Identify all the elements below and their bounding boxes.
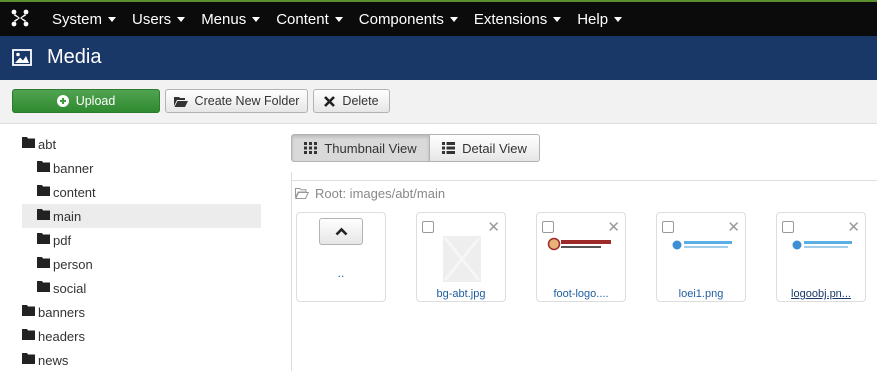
- caret-down-icon: [252, 16, 261, 22]
- create-folder-label: Create New Folder: [194, 94, 300, 108]
- top-navbar: System Users Menus Content Components Ex…: [0, 0, 877, 36]
- tree-folder-abt[interactable]: abt: [22, 132, 261, 156]
- folder-icon: [37, 160, 50, 172]
- nav-menus-label: Menus: [201, 10, 247, 28]
- tree-folder-pdf[interactable]: pdf: [22, 228, 261, 252]
- chevron-up-icon: [335, 224, 348, 239]
- thumbnail-view-label: Thumbnail View: [324, 140, 417, 156]
- tree-folder-label: pdf: [53, 232, 72, 248]
- media-thumbnail: ✕ bg-abt.jpg: [416, 212, 506, 302]
- media-thumbnail: ✕ logoobj.pn...: [776, 212, 866, 302]
- grid-icon: [304, 142, 318, 154]
- folder-icon: [22, 352, 35, 364]
- breadcrumb: Root: images/abt/main: [291, 180, 877, 206]
- nav-system-label: System: [52, 10, 103, 28]
- delete-label: Delete: [342, 94, 379, 108]
- nav-components[interactable]: Components: [351, 2, 466, 36]
- tree-folder-label: news: [38, 352, 69, 368]
- tree-folder-label: main: [53, 208, 82, 224]
- folder-up-label[interactable]: ..: [297, 266, 385, 280]
- select-checkbox[interactable]: [662, 221, 674, 233]
- plus-circle-icon: [56, 95, 69, 107]
- nav-system[interactable]: System: [44, 2, 124, 36]
- breadcrumb-path: Root: images/abt/main: [315, 186, 446, 201]
- folder-icon: [22, 328, 35, 340]
- image-icon: [12, 49, 32, 66]
- nav-menus[interactable]: Menus: [193, 2, 268, 36]
- select-checkbox[interactable]: [542, 221, 554, 233]
- caret-down-icon: [553, 16, 562, 22]
- folder-icon: [37, 232, 50, 244]
- folder-up-item: ..: [296, 212, 386, 302]
- folder-icon: [37, 280, 50, 292]
- tree-folder-label: banners: [38, 304, 85, 320]
- nav-help-label: Help: [577, 10, 609, 28]
- folder-icon: [22, 136, 35, 148]
- folder-icon: [37, 208, 50, 220]
- tree-folder-content[interactable]: content: [22, 180, 261, 204]
- upload-label: Upload: [75, 94, 116, 108]
- image-preview[interactable]: [425, 233, 499, 283]
- joomla-logo-icon[interactable]: [10, 8, 30, 28]
- thumbnail-view-button[interactable]: Thumbnail View: [291, 134, 430, 162]
- nav-users[interactable]: Users: [124, 2, 193, 36]
- tree-folder-main[interactable]: main: [22, 204, 261, 228]
- media-thumbnail: ✕ loei1.png: [656, 212, 746, 302]
- delete-button[interactable]: Delete: [313, 89, 390, 113]
- folder-tree: abt banner content main pdf person socia…: [22, 132, 261, 371]
- nav-components-label: Components: [358, 10, 444, 28]
- select-checkbox[interactable]: [782, 221, 794, 233]
- tree-folder-social[interactable]: social: [22, 276, 261, 300]
- nav-content[interactable]: Content: [268, 2, 351, 36]
- image-preview[interactable]: [665, 233, 739, 283]
- tree-folder-label: headers: [38, 328, 85, 344]
- select-checkbox[interactable]: [422, 221, 434, 233]
- tree-folder-label: abt: [38, 136, 57, 152]
- tree-folder-label: social: [53, 280, 87, 296]
- tree-folder-person[interactable]: person: [22, 252, 261, 276]
- caret-down-icon: [177, 16, 186, 22]
- tree-folder-label: banner: [53, 160, 94, 176]
- media-thumbnail: ✕ foot-logo....: [536, 212, 626, 302]
- folder-up-button[interactable]: [319, 218, 363, 245]
- caret-down-icon: [449, 16, 458, 22]
- detail-view-button[interactable]: Detail View: [429, 134, 540, 162]
- tree-folder-banners[interactable]: banners: [22, 300, 261, 324]
- times-icon: [324, 95, 336, 107]
- nav-content-label: Content: [276, 10, 329, 28]
- image-preview[interactable]: [785, 233, 859, 283]
- main-menu: System Users Menus Content Components Ex…: [44, 2, 630, 36]
- page-header: Media: [0, 36, 877, 80]
- nav-help[interactable]: Help: [569, 2, 630, 36]
- folder-open-icon: [173, 96, 188, 107]
- nav-extensions-label: Extensions: [473, 10, 548, 28]
- caret-down-icon: [334, 16, 343, 22]
- image-preview[interactable]: [545, 233, 619, 283]
- toolbar: Upload Create New Folder Delete: [0, 80, 877, 124]
- folder-icon: [37, 256, 50, 268]
- page-title: Media: [47, 46, 102, 68]
- nav-extensions[interactable]: Extensions: [466, 2, 569, 36]
- upload-button[interactable]: Upload: [12, 89, 160, 113]
- tree-folder-label: person: [53, 256, 93, 272]
- tree-folder-headers[interactable]: headers: [22, 324, 261, 348]
- folder-icon: [22, 304, 35, 316]
- detail-view-label: Detail View: [462, 140, 527, 156]
- create-folder-button[interactable]: Create New Folder: [165, 89, 308, 113]
- file-name[interactable]: loei1.png: [657, 288, 745, 300]
- tree-folder-label: content: [53, 184, 96, 200]
- folder-icon: [37, 184, 50, 196]
- list-icon: [442, 142, 456, 154]
- nav-users-label: Users: [132, 10, 172, 28]
- caret-down-icon: [614, 16, 623, 22]
- tree-folder-news[interactable]: news: [22, 348, 261, 371]
- file-name[interactable]: bg-abt.jpg: [417, 288, 505, 300]
- folder-open-icon: [295, 188, 309, 199]
- tree-folder-banner[interactable]: banner: [22, 156, 261, 180]
- file-name[interactable]: foot-logo....: [537, 288, 625, 300]
- caret-down-icon: [108, 16, 117, 22]
- file-name[interactable]: logoobj.pn...: [777, 288, 865, 300]
